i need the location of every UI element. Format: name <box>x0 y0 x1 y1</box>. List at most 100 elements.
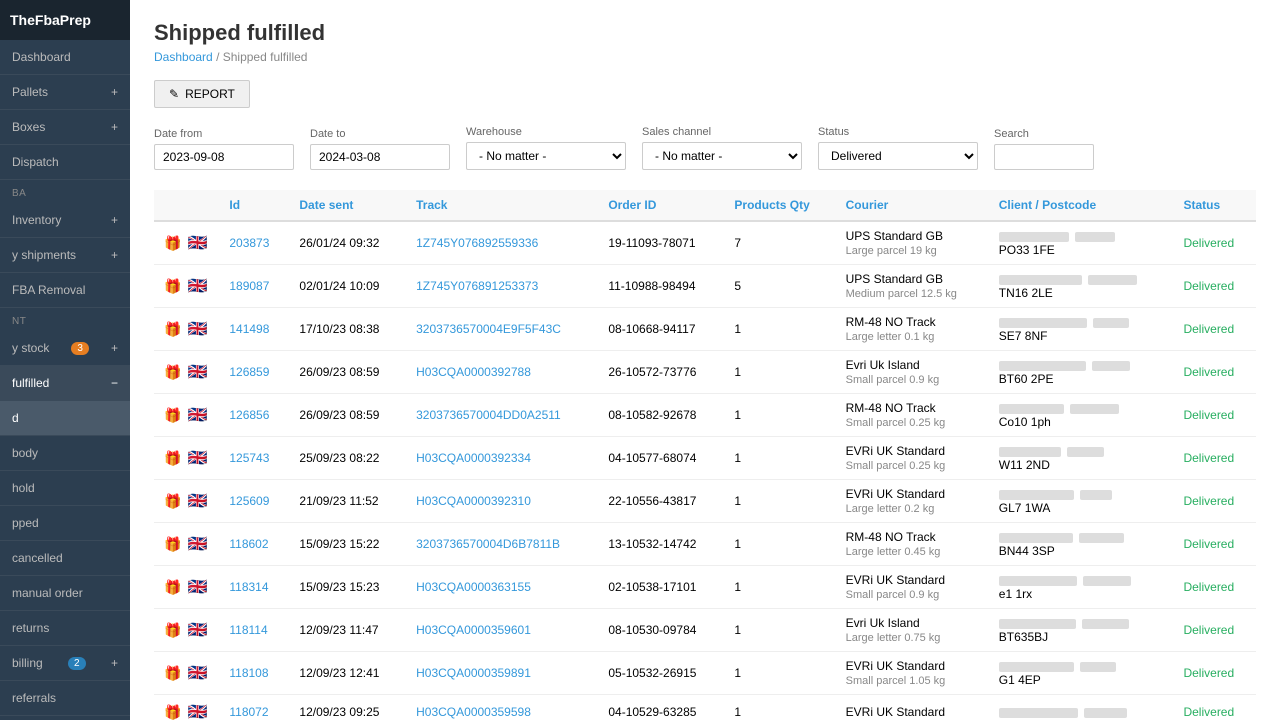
row-qty: 1 <box>724 480 835 523</box>
collapse-icon: − <box>111 376 118 390</box>
sidebar-section-ba: BA <box>0 180 130 203</box>
row-order-id: 22-10556-43817 <box>598 480 724 523</box>
table-row: 🎁 🇬🇧 118114 12/09/23 11:47 H03CQA0000359… <box>154 609 1256 652</box>
sidebar-item-manual-order[interactable]: manual order <box>0 576 130 611</box>
sidebar-item-cancelled[interactable]: cancelled <box>0 541 130 576</box>
track-link[interactable]: H03CQA0000392788 <box>416 365 531 379</box>
col-courier[interactable]: Courier <box>836 190 989 221</box>
sidebar-item-y-stock[interactable]: y stock 3 + <box>0 331 130 366</box>
table-row: 🎁 🇬🇧 118108 12/09/23 12:41 H03CQA0000359… <box>154 652 1256 695</box>
row-track: 3203736570004D6B7811B <box>406 523 598 566</box>
plus-icon: + <box>111 213 118 227</box>
track-link[interactable]: H03CQA0000392310 <box>416 494 531 508</box>
sidebar-item-body[interactable]: body <box>0 436 130 471</box>
track-link[interactable]: H03CQA0000359891 <box>416 666 531 680</box>
flag-icon: 🇬🇧 <box>187 405 207 425</box>
track-link[interactable]: H03CQA0000359598 <box>416 705 531 719</box>
track-link[interactable]: 3203736570004E9F5F43C <box>416 322 561 336</box>
date-to-input[interactable] <box>310 144 450 170</box>
redacted-name <box>999 576 1077 586</box>
table-wrapper: Id Date sent Track Order ID Products Qty… <box>154 190 1256 720</box>
row-icons: 🎁 🇬🇧 <box>154 480 219 523</box>
sidebar-item-billing[interactable]: billing 2 + <box>0 646 130 681</box>
row-track: H03CQA0000392788 <box>406 351 598 394</box>
date-from-filter: Date from <box>154 128 294 170</box>
row-track: H03CQA0000359891 <box>406 652 598 695</box>
table-row: 🎁 🇬🇧 125743 25/09/23 08:22 H03CQA0000392… <box>154 437 1256 480</box>
col-id[interactable]: Id <box>219 190 289 221</box>
sidebar-item-returns[interactable]: returns <box>0 611 130 646</box>
sidebar-item-referrals[interactable]: referrals <box>0 681 130 716</box>
table-row: 🎁 🇬🇧 118072 12/09/23 09:25 H03CQA0000359… <box>154 695 1256 720</box>
track-link[interactable]: H03CQA0000363155 <box>416 580 531 594</box>
sidebar-item-fba-removal[interactable]: FBA Removal <box>0 273 130 308</box>
row-date-sent: 15/09/23 15:23 <box>289 566 406 609</box>
sidebar-item-label: Pallets <box>12 85 48 99</box>
flag-icon: 🇬🇧 <box>187 534 207 554</box>
col-client[interactable]: Client / Postcode <box>989 190 1174 221</box>
courier-sub: Small parcel 0.9 kg <box>846 374 940 386</box>
sidebar-item-fulfilled[interactable]: fulfilled − <box>0 366 130 401</box>
track-link[interactable]: 3203736570004DD0A2511 <box>416 408 561 422</box>
track-link[interactable]: 3203736570004D6B7811B <box>416 537 560 551</box>
date-from-input[interactable] <box>154 144 294 170</box>
row-qty: 1 <box>724 652 835 695</box>
shipments-table: Id Date sent Track Order ID Products Qty… <box>154 190 1256 720</box>
gift-icon: 🎁 <box>164 235 181 252</box>
row-qty: 1 <box>724 566 835 609</box>
row-id: 126859 <box>219 351 289 394</box>
row-track: H03CQA0000392334 <box>406 437 598 480</box>
col-date-sent[interactable]: Date sent <box>289 190 406 221</box>
sidebar-item-y-shipments[interactable]: y shipments + <box>0 238 130 273</box>
row-id: 203873 <box>219 221 289 265</box>
flag-icon: 🇬🇧 <box>187 448 207 468</box>
col-order-id[interactable]: Order ID <box>598 190 724 221</box>
sidebar-item-pallets[interactable]: Pallets + <box>0 75 130 110</box>
search-input[interactable] <box>994 144 1094 170</box>
sidebar-item-hold[interactable]: hold <box>0 471 130 506</box>
flag-icon: 🇬🇧 <box>187 491 207 511</box>
sidebar-item-d[interactable]: d <box>0 401 130 436</box>
row-icons: 🎁 🇬🇧 <box>154 221 219 265</box>
redacted-name2 <box>1079 533 1124 543</box>
courier-sub: Large letter 0.45 kg <box>846 546 941 558</box>
row-icons: 🎁 🇬🇧 <box>154 566 219 609</box>
row-status: Delivered <box>1173 523 1256 566</box>
row-courier: Evri Uk Island Small parcel 0.9 kg <box>836 351 989 394</box>
col-status[interactable]: Status <box>1173 190 1256 221</box>
gift-icon: 🎁 <box>164 450 181 467</box>
row-order-id: 05-10532-26915 <box>598 652 724 695</box>
row-id: 125743 <box>219 437 289 480</box>
row-status: Delivered <box>1173 221 1256 265</box>
col-qty[interactable]: Products Qty <box>724 190 835 221</box>
report-button[interactable]: ✎ REPORT <box>154 80 250 108</box>
search-filter: Search <box>994 128 1094 170</box>
y-stock-badge: 3 <box>71 342 89 355</box>
row-status: Delivered <box>1173 351 1256 394</box>
sidebar-item-label: Inventory <box>12 213 61 227</box>
sidebar-item-pped[interactable]: pped <box>0 506 130 541</box>
breadcrumb-home[interactable]: Dashboard <box>154 50 213 64</box>
sidebar-item-inventory[interactable]: Inventory + <box>0 203 130 238</box>
sidebar-item-boxes[interactable]: Boxes + <box>0 110 130 145</box>
redacted-name <box>999 318 1087 328</box>
track-link[interactable]: 1Z745Y076892559336 <box>416 236 538 250</box>
flag-icon: 🇬🇧 <box>187 233 207 253</box>
sidebar-item-dispatch[interactable]: Dispatch <box>0 145 130 180</box>
track-link[interactable]: H03CQA0000359601 <box>416 623 531 637</box>
redacted-name2 <box>1067 447 1104 457</box>
row-id: 189087 <box>219 265 289 308</box>
track-link[interactable]: H03CQA0000392334 <box>416 451 531 465</box>
redacted-name <box>999 490 1074 500</box>
sales-channel-select[interactable]: - No matter - <box>642 142 802 170</box>
courier-sub: Small parcel 0.25 kg <box>846 460 946 472</box>
col-track[interactable]: Track <box>406 190 598 221</box>
sidebar-item-dashboard[interactable]: Dashboard <box>0 40 130 75</box>
flag-icon: 🇬🇧 <box>187 276 207 296</box>
redacted-name <box>999 275 1082 285</box>
courier-sub: Large parcel 19 kg <box>846 245 937 257</box>
track-link[interactable]: 1Z745Y076891253373 <box>416 279 538 293</box>
status-select[interactable]: Delivered <box>818 142 978 170</box>
warehouse-select[interactable]: - No matter - <box>466 142 626 170</box>
row-track: 3203736570004DD0A2511 <box>406 394 598 437</box>
